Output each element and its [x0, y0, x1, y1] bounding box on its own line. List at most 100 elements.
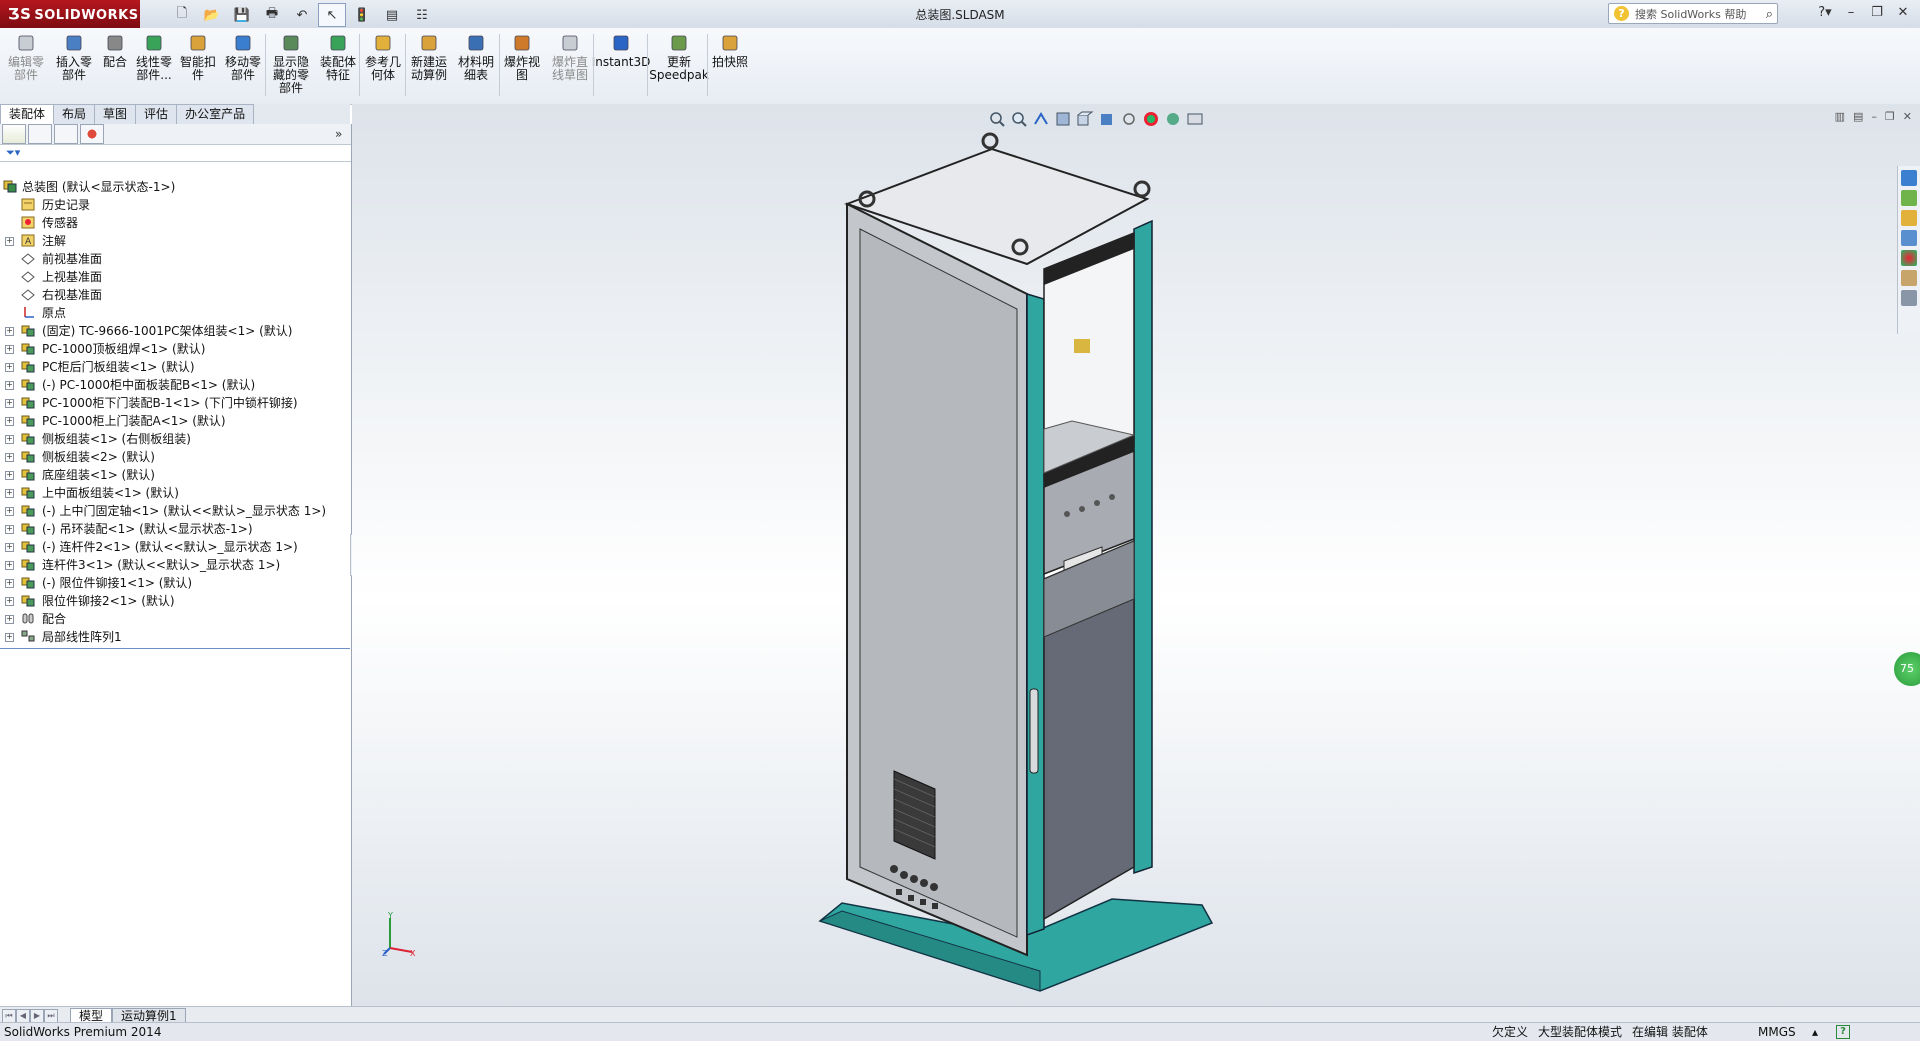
first-tab-arrow-icon[interactable]: ⏮ — [2, 1009, 16, 1023]
status-help-icon[interactable]: ? — [1836, 1025, 1850, 1039]
tree-item[interactable]: + 配合 — [0, 610, 351, 628]
ribbon-button-9[interactable]: 新建运动算例 — [408, 32, 450, 98]
tab-0[interactable]: 装配体 — [0, 104, 55, 125]
expand-icon[interactable]: + — [5, 399, 14, 408]
ribbon-button-15[interactable]: 拍快照 — [710, 32, 750, 98]
search-icon[interactable]: ⌕ — [1766, 4, 1773, 25]
tree-item[interactable]: + 上中面板组装<1> (默认) — [0, 484, 351, 502]
expand-icon[interactable]: + — [5, 471, 14, 480]
tree-item[interactable]: + A 注解 — [0, 232, 351, 250]
tree-item[interactable]: + PC-1000柜上门装配A<1> (默认) — [0, 412, 351, 430]
view-orientation-icon[interactable] — [1076, 110, 1094, 128]
appearances-icon[interactable] — [1901, 250, 1917, 266]
previous-view-icon[interactable] — [1032, 110, 1050, 128]
expand-icon[interactable]: + — [5, 597, 14, 606]
view-palette-icon[interactable] — [1901, 230, 1917, 246]
tab-4[interactable]: 办公室产品 — [176, 104, 255, 124]
feature-manager-tab[interactable] — [2, 124, 26, 144]
ribbon-button-12[interactable]: 爆炸直线草图 — [548, 32, 592, 98]
tree-root-assembly[interactable]: 总装图 (默认<显示状态-1>) — [0, 178, 351, 196]
graphics-viewport[interactable]: ▥ ▤ – ❐ ✕ Y X Z 75 — [352, 104, 1920, 1006]
tree-item[interactable]: 上视基准面 — [0, 268, 351, 286]
ribbon-button-10[interactable]: 材料明细表 — [456, 32, 496, 98]
tree-item[interactable]: + (固定) TC-9666-1001PC架体组装<1> (默认) — [0, 322, 351, 340]
forum-icon[interactable] — [1901, 290, 1917, 306]
undo-icon[interactable]: ↶ — [288, 3, 316, 27]
tree-item[interactable]: + PC-1000柜下门装配B-1<1> (下门中锁杆铆接) — [0, 394, 351, 412]
tree-item[interactable]: + 限位件铆接2<1> (默认) — [0, 592, 351, 610]
tree-item[interactable]: + 侧板组装<1> (右侧板组装) — [0, 430, 351, 448]
ribbon-button-8[interactable]: 参考几何体 — [362, 32, 404, 98]
hide-show-items-icon[interactable] — [1120, 110, 1138, 128]
expand-icon[interactable]: + — [5, 237, 14, 246]
options-icon[interactable]: ☷ — [408, 3, 436, 27]
tree-item[interactable]: 传感器 — [0, 214, 351, 232]
file-explorer-icon[interactable] — [1901, 210, 1917, 226]
new-document-icon[interactable]: 🗋 — [168, 3, 196, 27]
select-cursor-icon[interactable]: ↖ — [318, 3, 346, 27]
print-icon[interactable]: 🖶 — [258, 3, 286, 27]
tab-3[interactable]: 评估 — [135, 104, 178, 124]
tree-item[interactable]: + (-) 吊环装配<1> (默认<显示状态-1>) — [0, 520, 351, 538]
edit-appearance-icon[interactable] — [1142, 110, 1160, 128]
zoom-to-fit-icon[interactable] — [988, 110, 1006, 128]
expand-icon[interactable]: + — [5, 615, 14, 624]
tree-item[interactable]: 前视基准面 — [0, 250, 351, 268]
units-dropdown-icon[interactable]: ▴ — [1812, 1023, 1818, 1041]
file-properties-icon[interactable]: ▤ — [378, 3, 406, 27]
solidworks-logo[interactable]: ƷS SOLIDWORKS — [0, 0, 140, 28]
ribbon-button-1[interactable]: 插入零部件 — [52, 32, 96, 98]
expand-icon[interactable]: + — [5, 381, 14, 390]
tree-item[interactable]: + PC-1000顶板组焊<1> (默认) — [0, 340, 351, 358]
next-tab-arrow-icon[interactable]: ▶ — [30, 1009, 44, 1023]
tile-horizontal-icon[interactable]: ▥ — [1835, 110, 1845, 123]
tab-2[interactable]: 草图 — [94, 104, 137, 124]
tree-item[interactable]: 原点 — [0, 304, 351, 322]
tile-vertical-icon[interactable]: ▤ — [1853, 110, 1863, 123]
expand-icon[interactable]: + — [5, 543, 14, 552]
save-icon[interactable]: 💾 — [228, 3, 256, 27]
expand-icon[interactable]: + — [5, 579, 14, 588]
expand-icon[interactable]: + — [5, 561, 14, 570]
help-menu-icon[interactable]: ?▾ — [1814, 3, 1836, 23]
tree-item[interactable]: + 局部线性阵列1 — [0, 628, 351, 646]
expand-icon[interactable]: + — [5, 453, 14, 462]
tree-item[interactable]: + (-) 上中门固定轴<1> (默认<<默认>_显示状态 1>) — [0, 502, 351, 520]
ribbon-button-0[interactable]: 编辑零部件 — [6, 32, 46, 98]
tree-item[interactable]: + 连杆件3<1> (默认<<默认>_显示状态 1>) — [0, 556, 351, 574]
right-frame-post[interactable] — [1133, 219, 1153, 875]
ribbon-button-7[interactable]: 装配体特征 — [318, 32, 358, 98]
last-tab-arrow-icon[interactable]: ⏭ — [44, 1009, 58, 1023]
configuration-manager-tab[interactable] — [54, 124, 78, 144]
front-frame-post[interactable] — [1026, 292, 1045, 937]
tree-item[interactable]: + 侧板组装<2> (默认) — [0, 448, 351, 466]
tree-item[interactable]: 右视基准面 — [0, 286, 351, 304]
viewport-restore-icon[interactable]: ❐ — [1885, 110, 1895, 123]
display-style-icon[interactable] — [1098, 110, 1116, 128]
restore-icon[interactable]: ❐ — [1866, 3, 1888, 23]
property-manager-tab[interactable] — [28, 124, 52, 144]
zoom-to-area-icon[interactable] — [1010, 110, 1028, 128]
view-settings-icon[interactable] — [1186, 110, 1204, 128]
tree-item[interactable]: 历史记录 — [0, 196, 351, 214]
viewport-minimize-icon[interactable]: – — [1871, 110, 1877, 123]
ribbon-button-11[interactable]: 爆炸视图 — [502, 32, 542, 98]
minimize-icon[interactable]: – — [1840, 3, 1862, 23]
expand-icon[interactable]: + — [5, 327, 14, 336]
close-icon[interactable]: ✕ — [1892, 3, 1914, 23]
tab-1[interactable]: 布局 — [53, 104, 96, 124]
ribbon-button-13[interactable]: Instant3D — [592, 32, 650, 98]
tree-item[interactable]: + (-) 连杆件2<1> (默认<<默认>_显示状态 1>) — [0, 538, 351, 556]
cabinet-assembly-model[interactable] — [812, 129, 1592, 1009]
help-search-input[interactable]: ? 搜索 SolidWorks 帮助 ⌕ — [1608, 3, 1778, 24]
apply-scene-icon[interactable] — [1164, 110, 1182, 128]
expand-icon[interactable]: + — [5, 633, 14, 642]
ribbon-button-14[interactable]: 更新Speedpak — [649, 32, 709, 98]
tree-item[interactable]: + (-) PC-1000柜中面板装配B<1> (默认) — [0, 376, 351, 394]
expand-icon[interactable]: + — [5, 417, 14, 426]
unit-system[interactable]: MMGS — [1758, 1023, 1796, 1041]
ribbon-button-4[interactable]: 智能扣件 — [178, 32, 218, 98]
performance-badge[interactable]: 75 — [1894, 652, 1920, 686]
expand-icon[interactable]: + — [5, 345, 14, 354]
expand-icon[interactable]: + — [5, 489, 14, 498]
